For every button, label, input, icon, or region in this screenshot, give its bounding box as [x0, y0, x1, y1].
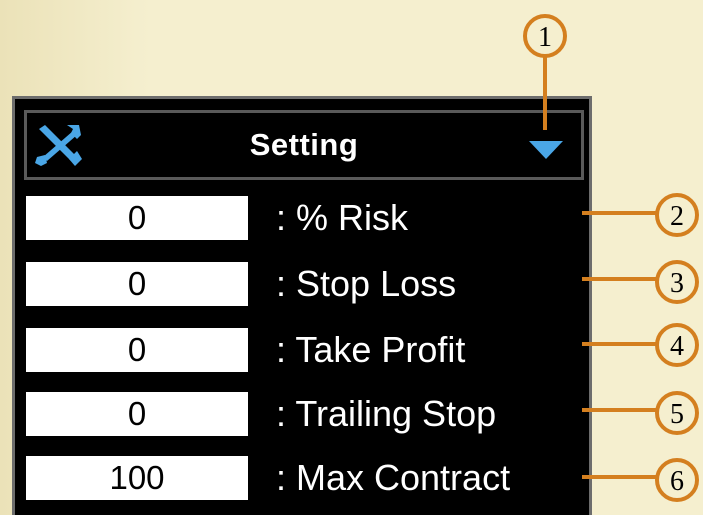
- callout-number-4: 4: [670, 331, 684, 362]
- take-profit-label: : Take Profit: [276, 329, 466, 370]
- settings-title: Setting: [249, 127, 359, 162]
- callout-number-6: 6: [670, 466, 684, 497]
- callout-circle-6: [655, 458, 699, 502]
- callout-circle-5: [655, 391, 699, 435]
- risk-percent-label: : % Risk: [276, 197, 409, 238]
- max-contract-input[interactable]: [26, 456, 248, 500]
- stop-loss-input[interactable]: [26, 262, 248, 306]
- trailing-stop-input[interactable]: [26, 392, 248, 436]
- take-profit-input[interactable]: [26, 328, 248, 372]
- callout-number-2: 2: [670, 201, 684, 232]
- callout-number-1: 1: [538, 22, 552, 53]
- callout-number-3: 3: [670, 268, 684, 299]
- stop-loss-label: : Stop Loss: [276, 263, 457, 304]
- triangle-down-icon[interactable]: [527, 139, 565, 161]
- trailing-stop-label: : Trailing Stop: [276, 393, 497, 434]
- callout-circle-2: [655, 193, 699, 237]
- max-contract-label: : Max Contract: [276, 457, 511, 498]
- callout-circle-1: [523, 14, 567, 58]
- risk-percent-input[interactable]: [26, 196, 248, 240]
- callout-number-5: 5: [670, 399, 684, 430]
- settings-header: Setting: [24, 110, 584, 180]
- callout-circle-3: [655, 260, 699, 304]
- callout-circle-4: [655, 323, 699, 367]
